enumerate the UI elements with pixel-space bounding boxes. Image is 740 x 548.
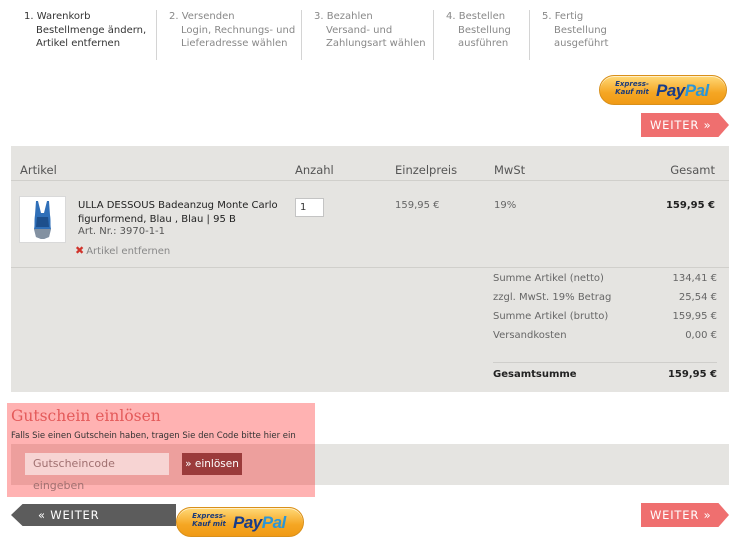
paypal-pal: Pal xyxy=(261,513,287,532)
redeem-voucher-button[interactable]: » einlösen xyxy=(182,453,242,475)
grand-total-value: 159,95 € xyxy=(667,369,717,380)
paypal-logo: PayPal xyxy=(656,81,709,101)
quantity-input[interactable] xyxy=(295,198,324,217)
summary-value: 159,95 € xyxy=(672,311,717,322)
grand-total-row: Gesamtsumme 159,95 € xyxy=(493,362,717,380)
line-total: 159,95 € xyxy=(665,200,715,211)
step-title: 1. Warenkorb xyxy=(24,11,91,22)
step-desc: Versand- und xyxy=(326,24,393,36)
voucher-title: Gutschein einlösen xyxy=(11,407,161,425)
article-number: Art. Nr.: 3970-1-1 xyxy=(78,226,166,237)
step-title: 3. Bezahlen xyxy=(314,11,373,22)
summary-value: 25,54 € xyxy=(678,292,717,303)
summary-row-brutto: Summe Artikel (brutto) 159,95 € xyxy=(493,311,717,325)
step-desc: Login, Rechnungs- und xyxy=(181,24,296,36)
step-desc: Bestellung xyxy=(458,24,511,36)
remove-item-link[interactable]: ✖ Artikel entfernen xyxy=(75,244,170,257)
step-versenden: 2. Versenden Login, Rechnungs- und Liefe… xyxy=(157,10,302,60)
paypal-logo: PayPal xyxy=(233,513,286,533)
col-artikel: Artikel xyxy=(20,163,57,177)
col-einzelpreis: Einzelpreis xyxy=(395,163,458,177)
checkout-steps: 1. Warenkorb Bestellmenge ändern, Artike… xyxy=(0,10,740,62)
paypal-express-label: Express-Kauf mit xyxy=(615,80,649,96)
continue-shopping-button[interactable]: « WEITER EINKAUFEN xyxy=(11,504,176,526)
cart-item-row: ULLA DESSOUS Badeanzug Monte Carlo figur… xyxy=(11,182,729,268)
step-desc: Lieferadresse wählen xyxy=(181,38,288,49)
voucher-code-input[interactable]: Gutscheincode eingeben xyxy=(25,453,169,492)
paypal-express-button[interactable]: Express-Kauf mit PayPal xyxy=(599,75,727,105)
summary-row-shipping: Versandkosten 0,00 € xyxy=(493,330,717,344)
product-thumbnail[interactable] xyxy=(19,196,66,243)
step-desc: Artikel entfernen xyxy=(36,38,121,49)
cart-table: Artikel Anzahl Einzelpreis MwSt Gesamt U… xyxy=(11,146,729,392)
step-title: 4. Bestellen xyxy=(446,11,506,22)
step-warenkorb: 1. Warenkorb Bestellmenge ändern, Artike… xyxy=(12,10,157,60)
paypal-pay: Pay xyxy=(656,81,685,100)
step-desc: Bestellung xyxy=(554,24,607,36)
remove-item-label: Artikel entfernen xyxy=(86,246,171,257)
col-mwst: MwSt xyxy=(494,163,526,177)
swimsuit-image xyxy=(34,201,51,239)
summary-label: Versandkosten xyxy=(493,330,567,341)
step-desc: ausführen xyxy=(458,38,509,49)
step-fertig: 5. Fertig Bestellung ausgeführt xyxy=(530,10,640,60)
voucher-hint: Falls Sie einen Gutschein haben, tragen … xyxy=(11,431,296,441)
step-title: 2. Versenden xyxy=(169,11,235,22)
summary-row-vat: zzgl. MwSt. 19% Betrag 25,54 € xyxy=(493,292,717,306)
weiter-button-top[interactable]: WEITER » xyxy=(641,113,729,137)
paypal-pal: Pal xyxy=(684,81,710,100)
step-desc: Zahlungsart wählen xyxy=(326,38,426,49)
paypal-express-label: Express-Kauf mit xyxy=(192,512,226,528)
step-desc: Bestellmenge ändern, xyxy=(36,24,147,36)
summary-value: 0,00 € xyxy=(685,330,717,341)
summary-row-netto: Summe Artikel (netto) 134,41 € xyxy=(493,273,717,287)
paypal-express-button-bottom[interactable]: Express-Kauf mit PayPal xyxy=(176,507,304,537)
grand-total-label: Gesamtsumme xyxy=(493,369,577,380)
step-bestellen: 4. Bestellen Bestellung ausführen xyxy=(434,10,530,60)
close-icon: ✖ xyxy=(75,244,85,257)
paypal-pay: Pay xyxy=(233,513,262,532)
vat-rate: 19% xyxy=(494,200,517,211)
col-gesamt: Gesamt xyxy=(670,163,715,177)
step-title: 5. Fertig xyxy=(542,11,584,22)
summary-value: 134,41 € xyxy=(672,273,717,284)
summary-label: Summe Artikel (brutto) xyxy=(493,311,609,322)
summary-label: Summe Artikel (netto) xyxy=(493,273,604,284)
summary-label: zzgl. MwSt. 19% Betrag xyxy=(493,292,612,303)
cart-header: Artikel Anzahl Einzelpreis MwSt Gesamt xyxy=(11,146,729,181)
step-desc: ausgeführt xyxy=(554,38,609,49)
step-bezahlen: 3. Bezahlen Versand- und Zahlungsart wäh… xyxy=(302,10,434,60)
product-name[interactable]: ULLA DESSOUS Badeanzug Monte Carlo figur… xyxy=(78,199,278,226)
col-anzahl: Anzahl xyxy=(295,163,334,177)
weiter-button-bottom[interactable]: WEITER » xyxy=(641,503,729,527)
unit-price: 159,95 € xyxy=(395,200,440,211)
